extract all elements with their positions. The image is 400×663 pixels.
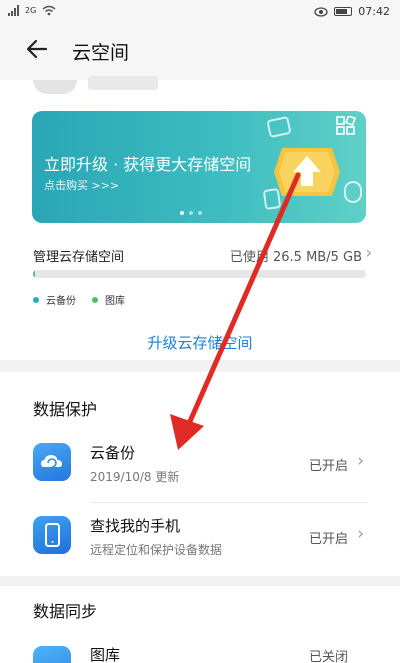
row-subtitle: 2019/10/8 更新 (90, 470, 180, 484)
storage-used-text[interactable]: 已使用 26.5 MB/5 GB (230, 246, 362, 265)
avatar (33, 80, 77, 94)
chevron-right-icon: › (357, 524, 364, 544)
back-arrow-icon (26, 39, 48, 59)
grid-deco-icon (336, 114, 357, 136)
legend-item-gallery: 图库 (92, 292, 125, 307)
signal-icon (8, 5, 19, 16)
status-text: 已关闭 (308, 650, 348, 663)
photo-deco-icon (266, 115, 292, 139)
network-label: 2G (25, 6, 37, 15)
data-protection-card: 数据保护 云备份 2019/10/8 更新 已开启 › 查找我的手机 远程定位和… (0, 372, 400, 576)
app-header: 云空间 (0, 24, 400, 80)
banner-title: 立即升级 · 获得更大存储空间 (44, 155, 252, 174)
legend-dot-backup (33, 296, 39, 303)
pager-dot-active (180, 211, 184, 215)
upgrade-storage-link[interactable]: 升级云存储空间 (0, 332, 400, 353)
cloud-backup-icon (33, 443, 71, 481)
row-title: 云备份 (90, 444, 136, 462)
list-item-cloud-backup[interactable]: 云备份 2019/10/8 更新 已开启 › (0, 430, 400, 500)
chevron-right-icon[interactable]: › (366, 243, 372, 262)
pager-dot (189, 211, 193, 215)
status-bar: 2G 07:42 (0, 0, 400, 24)
pager-dot (198, 211, 202, 215)
storage-progress-bar (33, 270, 366, 278)
row-subtitle: 远程定位和保护设备数据 (90, 543, 223, 557)
chevron-right-icon: › (357, 451, 364, 471)
upgrade-banner[interactable]: 立即升级 · 获得更大存储空间 点击购买 >>> (32, 111, 366, 223)
status-text: 已开启 (308, 532, 348, 547)
list-item-gallery[interactable]: 图库 已关闭 (0, 632, 400, 663)
account-name-blurred (88, 76, 158, 90)
storage-progress-fill (33, 270, 35, 278)
clock: 07:42 (358, 5, 390, 18)
find-phone-icon (33, 516, 71, 554)
section-title-data-sync: 数据同步 (33, 602, 98, 621)
contact-deco-icon (344, 181, 362, 203)
banner-subtitle[interactable]: 点击购买 >>> (44, 177, 119, 193)
status-text: 已开启 (308, 459, 348, 474)
banner-pager (180, 211, 202, 215)
legend-label-backup: 云备份 (46, 296, 76, 307)
wifi-icon (42, 5, 56, 16)
data-sync-card: 数据同步 图库 已关闭 (0, 586, 400, 663)
back-button[interactable] (26, 38, 56, 66)
status-left: 2G (8, 5, 56, 16)
legend-item-backup: 云备份 (33, 292, 76, 307)
row-title: 图库 (90, 646, 121, 663)
storage-legend: 云备份 图库 (33, 292, 141, 307)
battery-icon (334, 7, 353, 16)
storage-card: 立即升级 · 获得更大存储空间 点击购买 >>> 管理云存储空间 已使用 26.… (0, 76, 400, 360)
section-title-data-protection: 数据保护 (33, 400, 98, 419)
gallery-icon (33, 646, 71, 663)
page-title: 云空间 (72, 42, 130, 64)
legend-label-gallery: 图库 (105, 296, 125, 307)
eye-icon (314, 6, 328, 17)
row-title: 查找我的手机 (90, 517, 181, 535)
legend-dot-gallery (92, 296, 98, 303)
list-item-find-phone[interactable]: 查找我的手机 远程定位和保护设备数据 已开启 › (0, 503, 400, 573)
upgrade-shield-icon (274, 148, 340, 196)
status-right: 07:42 (314, 5, 390, 18)
manage-storage-label[interactable]: 管理云存储空间 (33, 246, 124, 265)
